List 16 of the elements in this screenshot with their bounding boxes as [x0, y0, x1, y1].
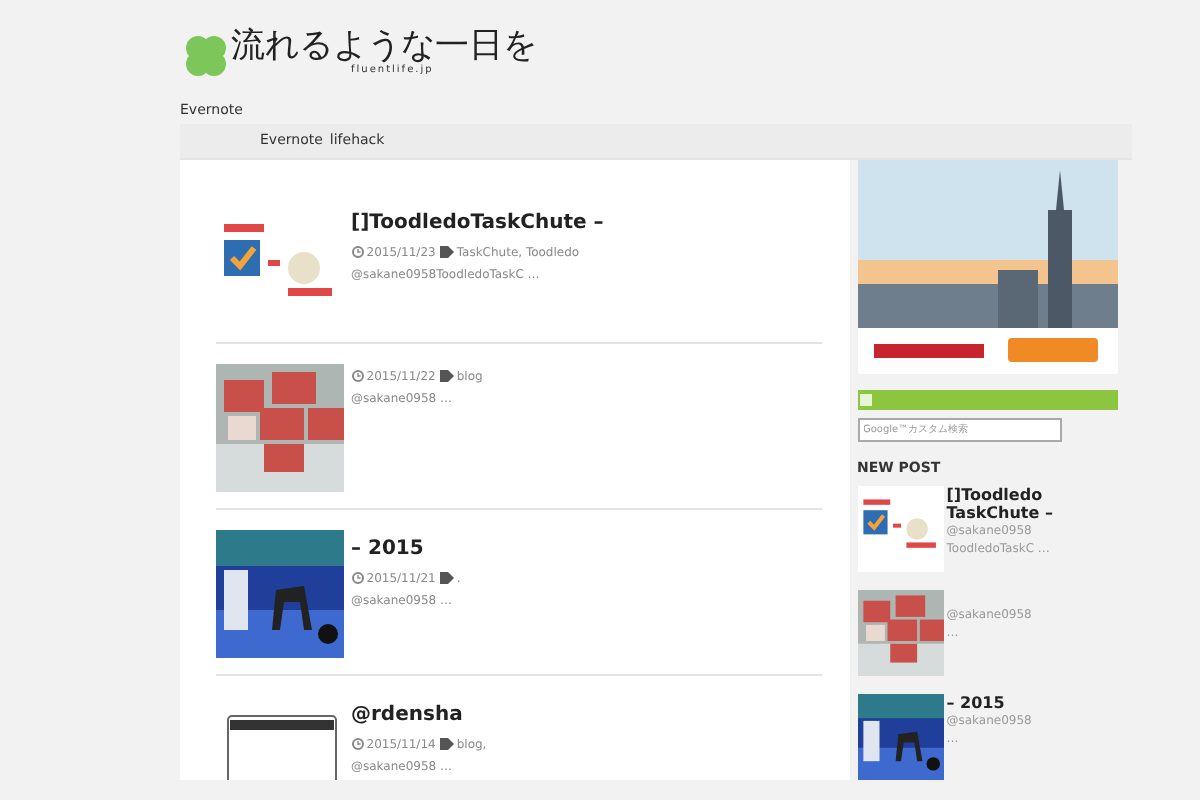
post-title[interactable]: []Toodledo TaskChute – — [946, 486, 1117, 523]
rss-icon[interactable] — [860, 394, 873, 406]
tag-icon — [439, 370, 454, 383]
post-title[interactable]: @rdensha — [351, 699, 487, 730]
clock-icon — [351, 572, 363, 585]
tag-icon — [439, 738, 454, 751]
post-title[interactable]: – 2015 — [351, 533, 461, 564]
post-title[interactable]: []ToodledoTaskChute – — [351, 207, 604, 238]
tag-icon — [439, 246, 454, 259]
logo-title[interactable]: 流れるような一日を — [231, 30, 537, 65]
clock-icon — [351, 370, 363, 383]
clock-icon — [351, 738, 363, 751]
clover-icon — [183, 33, 228, 77]
tag-icon — [439, 572, 454, 585]
post-title[interactable]: – 2015 — [946, 694, 1032, 713]
clock-icon — [351, 246, 363, 259]
